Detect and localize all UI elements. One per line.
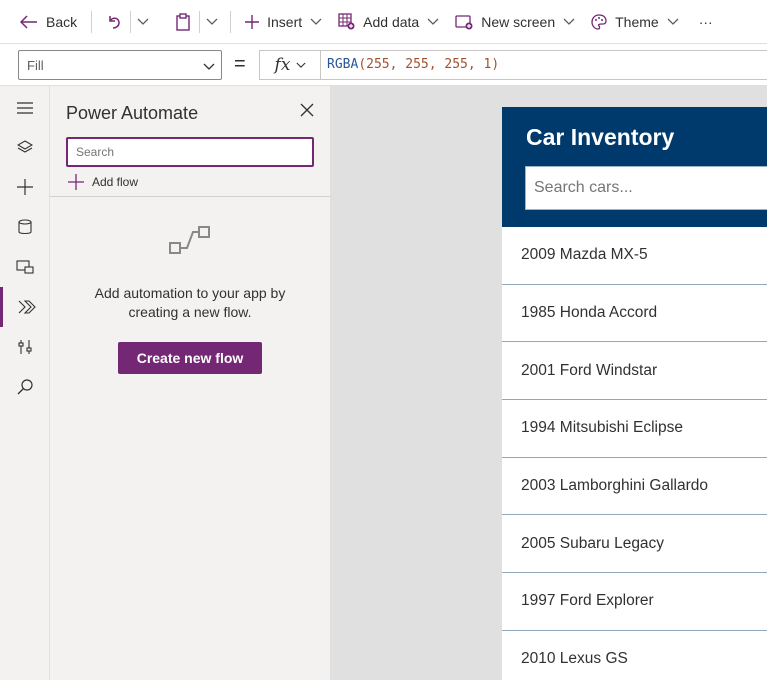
more-icon: ··· — [698, 13, 713, 30]
theme-label: Theme — [615, 13, 659, 30]
close-icon — [300, 103, 314, 117]
advanced-tools-rail-button[interactable] — [0, 327, 50, 367]
function-button[interactable]: fx — [259, 50, 321, 80]
chevron-down-icon — [203, 59, 215, 74]
property-value: Fill — [27, 58, 44, 73]
separator — [91, 10, 93, 33]
insert-button[interactable]: Insert — [237, 0, 330, 44]
gallery-item[interactable]: 2001 Ford Windstar — [502, 342, 767, 401]
divider — [50, 196, 331, 197]
tools-icon — [18, 340, 32, 354]
new-screen-button[interactable]: New screen — [447, 0, 583, 44]
add-data-label: Add data — [363, 13, 420, 30]
chevron-down-icon — [310, 18, 322, 26]
app-header: Car Inventory — [502, 107, 767, 227]
formula-input[interactable]: RGBA(255, 255, 255, 1) — [320, 50, 767, 80]
palette-icon — [591, 13, 607, 30]
equals-sign: = — [234, 53, 246, 75]
chevron-down-icon — [427, 18, 439, 26]
media-icon — [16, 260, 34, 274]
search-rail-button[interactable] — [0, 367, 50, 407]
add-data-button[interactable]: Add data — [330, 0, 447, 44]
add-flow-button[interactable]: Add flow — [68, 174, 138, 190]
app-title: Car Inventory — [526, 124, 675, 150]
app-screen[interactable]: Car Inventory 2009 Mazda MX-5 1985 Honda… — [502, 107, 767, 680]
more-button[interactable]: ··· — [687, 0, 721, 44]
search-icon — [17, 379, 33, 395]
formula-function: RGBA — [327, 57, 359, 72]
plus-icon — [245, 14, 260, 29]
chevron-down-icon — [206, 18, 218, 26]
flow-illustration-icon — [168, 223, 212, 262]
back-arrow-icon — [20, 14, 38, 29]
car-gallery: 2009 Mazda MX-5 1985 Honda Accord 2001 F… — [502, 227, 767, 680]
back-button[interactable]: Back — [0, 0, 85, 44]
insert-rail-button[interactable] — [0, 167, 50, 207]
data-rail-button[interactable] — [0, 207, 50, 247]
gallery-item[interactable]: 2009 Mazda MX-5 — [502, 227, 767, 285]
database-add-icon — [338, 13, 355, 30]
left-rail — [0, 86, 50, 680]
separator — [230, 10, 232, 33]
create-new-flow-button[interactable]: Create new flow — [118, 342, 262, 374]
chevron-down-icon — [667, 18, 679, 26]
gallery-item[interactable]: 2003 Lamborghini Gallardo — [502, 458, 767, 516]
property-dropdown[interactable]: Fill — [18, 50, 222, 80]
hamburger-menu-button[interactable] — [0, 88, 50, 128]
fx-icon: fx — [274, 55, 291, 75]
panel-search-input[interactable] — [66, 137, 314, 167]
database-icon — [18, 219, 32, 235]
close-button[interactable] — [300, 103, 314, 122]
gallery-item[interactable]: 2005 Subaru Legacy — [502, 515, 767, 574]
new-screen-label: New screen — [481, 13, 556, 30]
plus-icon — [17, 179, 33, 195]
undo-button[interactable] — [98, 0, 130, 44]
undo-dropdown[interactable] — [131, 0, 155, 44]
media-rail-button[interactable] — [0, 247, 50, 287]
new-screen-icon — [455, 14, 473, 30]
chevron-down-icon — [296, 56, 306, 74]
command-bar: Back Insert Add data New screen Theme ··… — [0, 0, 767, 44]
formula-bar: Fill = fx RGBA(255, 255, 255, 1) — [0, 44, 767, 86]
undo-icon — [106, 14, 122, 30]
gallery-item[interactable]: 1997 Ford Explorer — [502, 573, 767, 631]
power-automate-icon — [18, 300, 36, 314]
chevron-down-icon — [563, 18, 575, 26]
paste-dropdown[interactable] — [200, 0, 224, 44]
panel-title: Power Automate — [66, 103, 199, 123]
tree-view-button[interactable] — [0, 127, 50, 167]
insert-label: Insert — [267, 13, 303, 30]
power-automate-panel: Power Automate Add flow Add automation t… — [50, 86, 331, 680]
car-search-input[interactable] — [525, 166, 767, 210]
plus-icon — [68, 174, 84, 190]
empty-state-text: Add automation to your app by creating a… — [94, 285, 286, 320]
clipboard-icon — [175, 12, 191, 31]
chevron-down-icon — [137, 18, 149, 26]
theme-button[interactable]: Theme — [583, 0, 687, 44]
paste-button[interactable] — [155, 0, 199, 44]
gallery-item[interactable]: 2010 Lexus GS — [502, 631, 767, 680]
layers-icon — [17, 140, 33, 153]
back-label: Back — [46, 13, 78, 30]
canvas: Car Inventory 2009 Mazda MX-5 1985 Honda… — [331, 86, 767, 680]
power-automate-rail-button[interactable] — [0, 287, 50, 327]
gallery-item[interactable]: 1994 Mitsubishi Eclipse — [502, 400, 767, 458]
add-flow-label: Add flow — [92, 175, 139, 189]
gallery-item[interactable]: 1985 Honda Accord — [502, 285, 767, 343]
formula-args: (255, 255, 255, 1) — [358, 57, 500, 72]
hamburger-icon — [17, 102, 33, 114]
